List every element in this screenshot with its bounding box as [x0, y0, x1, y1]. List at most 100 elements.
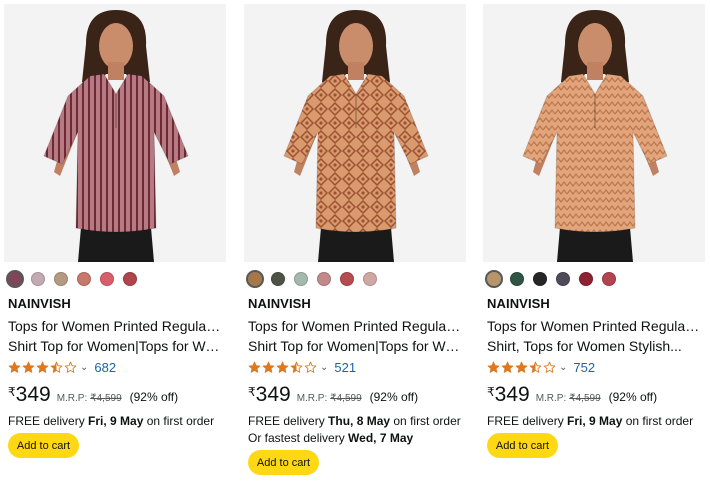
delivery-info: FREE delivery Fri, 9 May on first order — [487, 413, 693, 430]
price: 349 — [15, 383, 51, 406]
product-card[interactable]: NAINVISH Tops for Women Printed Regular … — [4, 4, 226, 485]
product-image[interactable] — [483, 4, 705, 262]
fastest-delivery-date: Wed, 7 May — [348, 431, 414, 445]
star-icon — [290, 361, 303, 373]
delivery-prefix: FREE delivery — [487, 414, 568, 428]
color-swatch[interactable] — [579, 272, 593, 286]
color-swatch[interactable] — [54, 272, 68, 286]
color-swatches — [246, 270, 386, 288]
add-to-cart-button[interactable]: Add to cart — [8, 433, 79, 458]
color-swatch[interactable] — [556, 272, 570, 286]
rating-count-link[interactable]: 682 — [94, 360, 116, 375]
rating[interactable]: ⌄ 752 — [487, 358, 595, 376]
discount: (92% off) — [129, 390, 179, 404]
star-rating-icon — [248, 361, 318, 374]
mrp-price: ₹4,599 — [569, 393, 601, 404]
color-swatch[interactable] — [123, 272, 137, 286]
star-icon — [487, 361, 500, 373]
color-swatch[interactable] — [100, 272, 114, 286]
product-brand: NAINVISH — [248, 296, 311, 311]
product-card[interactable]: NAINVISH Tops for Women Printed Regular … — [244, 4, 466, 485]
product-title-line: Shirt Top for Women|Tops for Wom... — [8, 338, 222, 354]
currency-symbol: ₹ — [487, 385, 495, 399]
star-rating-icon — [487, 361, 557, 374]
product-title-link[interactable]: Tops for Women Printed Regular Fit Shirt… — [487, 316, 701, 356]
currency-symbol: ₹ — [248, 385, 256, 399]
product-title-line: Tops for Women Printed Regular Fit — [248, 318, 462, 334]
delivery-info: FREE delivery Fri, 9 May on first order — [8, 413, 214, 430]
color-swatch[interactable] — [340, 272, 354, 286]
chevron-down-icon[interactable]: ⌄ — [320, 362, 328, 373]
product-photo — [244, 4, 466, 262]
color-swatch[interactable] — [271, 272, 285, 286]
product-image[interactable] — [244, 4, 466, 262]
color-swatch[interactable] — [317, 272, 331, 286]
color-swatch[interactable] — [533, 272, 547, 286]
rating-count-link[interactable]: 521 — [334, 360, 356, 375]
star-icon — [248, 361, 261, 373]
discount: (92% off) — [608, 390, 658, 404]
star-icon — [276, 361, 289, 373]
star-icon — [22, 361, 35, 373]
chevron-down-icon[interactable]: ⌄ — [559, 362, 567, 373]
color-swatch[interactable] — [77, 272, 91, 286]
add-to-cart-button[interactable]: Add to cart — [487, 433, 558, 458]
price-row: ₹ 349 M.R.P: ₹4,599 (92% off) — [8, 383, 178, 407]
mrp-label: M.R.P: — [535, 393, 567, 404]
product-image[interactable] — [4, 4, 226, 262]
product-photo — [483, 4, 705, 262]
chevron-down-icon[interactable]: ⌄ — [80, 362, 88, 373]
delivery-info: FREE delivery Thu, 8 May on first order … — [248, 413, 461, 447]
star-icon — [529, 361, 542, 373]
star-icon — [501, 361, 514, 373]
product-title-line: Tops for Women Printed Regular Fit — [8, 318, 222, 334]
color-swatch[interactable] — [246, 270, 264, 288]
product-brand: NAINVISH — [8, 296, 71, 311]
add-to-cart-button[interactable]: Add to cart — [248, 450, 319, 475]
rating-count-link[interactable]: 752 — [573, 360, 595, 375]
currency-symbol: ₹ — [8, 385, 16, 399]
product-title-link[interactable]: Tops for Women Printed Regular Fit Shirt… — [8, 316, 222, 356]
star-icon — [8, 361, 21, 373]
delivery-prefix: FREE delivery — [8, 414, 89, 428]
discount: (92% off) — [369, 390, 419, 404]
star-icon — [36, 361, 49, 373]
product-title-line: Shirt, Tops for Women Stylish... — [487, 338, 682, 354]
product-brand: NAINVISH — [487, 296, 550, 311]
product-photo — [4, 4, 226, 262]
mrp-price: ₹4,599 — [330, 393, 362, 404]
product-title-link[interactable]: Tops for Women Printed Regular Fit Shirt… — [248, 316, 462, 356]
color-swatches — [485, 270, 625, 288]
delivery-suffix: on first order — [390, 414, 461, 428]
star-icon — [262, 361, 275, 373]
color-swatches — [6, 270, 146, 288]
color-swatch[interactable] — [510, 272, 524, 286]
color-swatch[interactable] — [363, 272, 377, 286]
product-title-line: Shirt Top for Women|Tops for Wom... — [248, 338, 462, 354]
rating[interactable]: ⌄ 682 — [8, 358, 116, 376]
product-title-line: Tops for Women Printed Regular Fit — [487, 318, 701, 334]
color-swatch[interactable] — [602, 272, 616, 286]
color-swatch[interactable] — [485, 270, 503, 288]
star-icon — [304, 361, 317, 373]
price-row: ₹ 349 M.R.P: ₹4,599 (92% off) — [248, 383, 418, 407]
fastest-delivery-prefix: Or fastest delivery — [248, 431, 349, 445]
color-swatch[interactable] — [31, 272, 45, 286]
star-rating-icon — [8, 361, 78, 374]
star-icon — [515, 361, 528, 373]
star-icon — [64, 361, 77, 373]
color-swatch[interactable] — [294, 272, 308, 286]
delivery-prefix: FREE delivery — [248, 414, 329, 428]
rating[interactable]: ⌄ 521 — [248, 358, 356, 376]
mrp-label: M.R.P: — [56, 393, 88, 404]
mrp-price: ₹4,599 — [90, 393, 122, 404]
mrp-label: M.R.P: — [296, 393, 328, 404]
star-icon — [50, 361, 63, 373]
color-swatch[interactable] — [6, 270, 24, 288]
delivery-date: Fri, 9 May — [567, 414, 623, 428]
delivery-date: Fri, 9 May — [88, 414, 144, 428]
delivery-suffix: on first order — [622, 414, 694, 428]
price-row: ₹ 349 M.R.P: ₹4,599 (92% off) — [487, 383, 657, 407]
product-card[interactable]: NAINVISH Tops for Women Printed Regular … — [483, 4, 705, 485]
price: 349 — [255, 383, 291, 406]
